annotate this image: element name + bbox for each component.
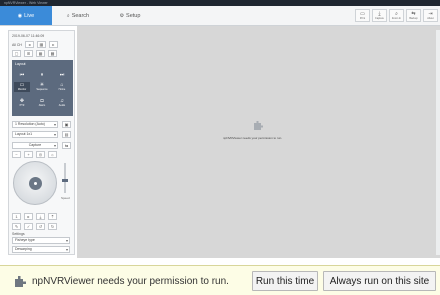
tab-search-label: Search	[71, 12, 90, 19]
always-run-button[interactable]: Always run on this site	[323, 271, 436, 291]
layout-4-button[interactable]: ⊞	[24, 50, 33, 57]
print-button[interactable]: ▭ Print	[355, 9, 370, 22]
sidebar-time: 2019-06-07 11:46:09	[12, 34, 45, 38]
layout-16-button[interactable]: ▩	[48, 50, 57, 57]
preset-down-button[interactable]: ⤓	[36, 213, 45, 220]
backup-button[interactable]: ⇆ Backup	[406, 9, 421, 22]
video-area[interactable]: npNVRViewer needs your permission to run…	[77, 26, 440, 258]
tab-search[interactable]: ⌕ Search	[52, 6, 104, 25]
resolution-apply-button[interactable]: ▣	[62, 121, 71, 128]
monitor-button[interactable]: ▭ Monitor	[14, 82, 30, 92]
tool-1-button[interactable]: ✎	[12, 223, 21, 230]
layout-apply-button[interactable]: ▤	[62, 131, 71, 138]
gear-icon: ⚙	[119, 12, 125, 19]
ptz-control: − + ◎ ☼ Speed	[12, 151, 73, 211]
ptz-top-row: − + ◎ ☼	[12, 151, 57, 158]
panel-top-row: ⏮ ⏸ ⏭	[14, 70, 70, 80]
alarm-button[interactable]: ◘ Alarm	[34, 98, 50, 108]
panel-title: Layout	[15, 62, 26, 66]
layout-select[interactable]: Layout 1x1	[12, 131, 58, 138]
capture-apply-button[interactable]: ⇆	[62, 142, 71, 149]
channel-row: All CH ◂ ▦ ▸	[12, 41, 58, 48]
layout-row: ▢ ⊞ ▦ ▩	[12, 50, 57, 57]
tab-live-label: Live	[24, 12, 35, 19]
rewind-icon: ⏮	[19, 71, 25, 78]
tool-3-button[interactable]: ↺	[36, 223, 45, 230]
dial-dot	[34, 182, 37, 185]
toolbar: ▭ Print ⤓ Capture ⌕ Zoom In ⇆ Backup ⇥ A…	[355, 9, 438, 22]
tab-setup[interactable]: ⚙ Setup	[104, 6, 156, 25]
tool-4-button[interactable]: ↻	[48, 223, 57, 230]
plugin-infobar: npNVRViewer needs your permission to run…	[0, 265, 440, 295]
tab-live[interactable]: ◉ Live	[0, 6, 52, 25]
pause-button[interactable]: ⏸	[34, 70, 50, 80]
sequence-button[interactable]: ✳ Sequence	[34, 82, 50, 92]
grid-button[interactable]: ▦	[36, 41, 46, 48]
home-button[interactable]: ⌂ Home	[54, 82, 70, 92]
zoom-button[interactable]: ⌕ Zoom In	[389, 9, 404, 22]
search-icon: ⌕	[66, 12, 70, 19]
preset-up-button[interactable]: ⤒	[48, 213, 57, 220]
puzzle-icon	[254, 121, 263, 130]
tool-2-button[interactable]: ✓	[24, 223, 33, 230]
layout-9-button[interactable]: ▦	[36, 50, 45, 57]
prev-page-button[interactable]: ⏮	[14, 70, 30, 80]
resolution-select[interactable]: 1 Resolution (Auto)	[12, 121, 58, 128]
next-button[interactable]: ▸	[48, 41, 58, 48]
ptz-dial[interactable]	[13, 161, 57, 205]
run-this-time-button[interactable]: Run this time	[252, 271, 318, 291]
capture-select[interactable]: Capture	[12, 142, 58, 149]
focus-button[interactable]: ◎	[36, 151, 45, 158]
preset-row: 1 ▸ ⤓ ⤒	[12, 213, 57, 220]
layout-panel: Layout ⏮ ⏸ ⏭ ▭ Monitor ✳ Sequence ⌂ Home	[12, 60, 73, 116]
capture-button[interactable]: ⤓ Capture	[372, 9, 387, 22]
zoom-in-button[interactable]: +	[24, 151, 33, 158]
pause-icon: ⏸	[40, 71, 44, 78]
preset-1-button[interactable]: 1	[12, 213, 21, 220]
top-nav: ◉ Live ⌕ Search ⚙ Setup ▭ Print ⤓ Captur…	[0, 6, 440, 26]
panel-mid-row: ▭ Monitor ✳ Sequence ⌂ Home	[14, 82, 70, 92]
dewarp-select[interactable]: Dewarping	[12, 246, 70, 253]
preset-play-button[interactable]: ▸	[24, 213, 33, 220]
iris-button[interactable]: ☼	[48, 151, 57, 158]
channel-label: All CH	[12, 42, 22, 47]
forward-icon: ⏭	[59, 71, 65, 78]
tab-setup-label: Setup	[126, 12, 141, 19]
infobar-message: npNVRViewer needs your permission to run…	[32, 276, 229, 287]
puzzle-icon	[15, 276, 26, 287]
zoom-out-button[interactable]: −	[12, 151, 21, 158]
camera-icon: ◉	[17, 12, 23, 19]
plugin-message: npNVRViewer needs your permission to run…	[223, 136, 283, 140]
next-page-button[interactable]: ⏭	[54, 70, 70, 80]
settings-label: Settings	[12, 232, 25, 236]
speed-slider-thumb[interactable]	[62, 179, 68, 182]
about-button[interactable]: ⇥ About	[423, 9, 438, 22]
sidebar: 2019-06-07 11:46:09 All CH ◂ ▦ ▸ ▢ ⊞ ▦ ▩…	[8, 30, 75, 255]
nvr-viewer-app: npNVRViewer - Web Viewer ◉ Live ⌕ Search…	[0, 0, 440, 258]
speed-label: Speed	[61, 196, 70, 200]
speed-slider[interactable]	[62, 163, 68, 193]
panel-bottom-row: ✥ PTZ ◘ Alarm ♫ Audio	[14, 98, 70, 108]
preset-row-2: ✎ ✓ ↺ ↻	[12, 223, 57, 230]
fisheye-select[interactable]: Fisheye type	[12, 237, 70, 244]
layout-1-button[interactable]: ▢	[12, 50, 21, 57]
ptz-button[interactable]: ✥ PTZ	[14, 98, 30, 108]
prev-button[interactable]: ◂	[24, 41, 34, 48]
scrollbar[interactable]	[436, 30, 440, 255]
audio-button[interactable]: ♫ Audio	[54, 98, 70, 108]
